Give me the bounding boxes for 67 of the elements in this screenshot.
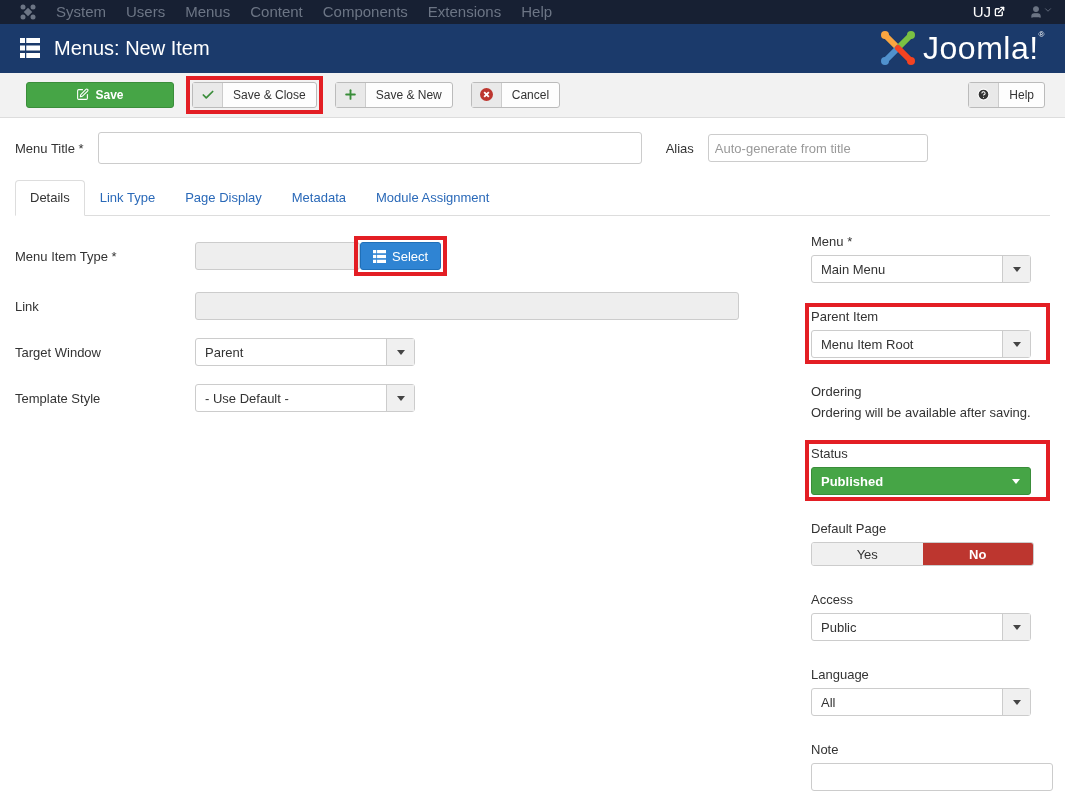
- tab[interactable]: Link Type: [84, 180, 171, 216]
- menu-link[interactable]: Extensions: [427, 3, 502, 21]
- caret-icon: [396, 395, 405, 401]
- menu-link[interactable]: Help: [521, 3, 553, 21]
- field-label: Language: [811, 667, 870, 682]
- menu-link[interactable]: System: [56, 3, 106, 21]
- tab[interactable]: Metadata: [276, 180, 361, 216]
- toolbar-button[interactable]: Save & New: [334, 81, 453, 108]
- caret-icon: [1012, 341, 1021, 347]
- user-icon[interactable]: [1029, 4, 1053, 19]
- toggle-option[interactable]: Yes: [812, 543, 923, 565]
- menu-link[interactable]: Components: [322, 3, 408, 21]
- edit-icon: [76, 88, 90, 102]
- menu-link[interactable]: Content: [250, 3, 303, 21]
- field-label: Template Style: [15, 390, 102, 406]
- menu-link[interactable]: Users: [126, 3, 166, 21]
- field-label: Default Page: [811, 521, 888, 536]
- help-icon: [977, 88, 991, 102]
- help-button[interactable]: Help: [968, 81, 1045, 108]
- field-label: Ordering: [811, 384, 863, 399]
- field-label: Menu *: [811, 234, 854, 249]
- site-link[interactable]: UJ: [972, 3, 1005, 21]
- menu-link[interactable]: Menus: [185, 3, 231, 21]
- tab[interactable]: Details: [15, 180, 85, 216]
- field-label: Note: [811, 742, 840, 757]
- menu-title-field[interactable]: [97, 132, 642, 164]
- dropdown[interactable]: All: [811, 688, 1031, 716]
- tab[interactable]: Module Assignment: [361, 180, 505, 216]
- ordering-note: Ordering will be available after saving.: [811, 405, 1032, 420]
- list-icon: [20, 38, 40, 59]
- close-icon: [479, 88, 493, 102]
- link-field[interactable]: [195, 292, 739, 320]
- toolbar-button[interactable]: Cancel: [470, 81, 561, 108]
- field-label: Alias: [665, 140, 694, 156]
- dropdown[interactable]: Main Menu: [811, 255, 1031, 283]
- caret-icon: [396, 349, 405, 355]
- toolbar-button[interactable]: Save & Close: [192, 81, 317, 108]
- logo-text: Joomla!$^{®}$: [923, 29, 1045, 67]
- caret-icon: [1012, 478, 1020, 484]
- field-label: Menu Item Type *: [15, 248, 118, 264]
- field-label: Menu Title *: [15, 140, 84, 156]
- caret-icon: [1012, 699, 1021, 705]
- page-title: Menus: New Item: [54, 36, 210, 60]
- field-label: Target Window: [15, 344, 102, 360]
- save-button[interactable]: Save: [26, 81, 174, 108]
- tab[interactable]: Page Display: [170, 180, 277, 216]
- field-label: Status: [811, 446, 849, 461]
- field-label: Parent Item: [811, 309, 880, 324]
- dropdown[interactable]: Parent: [195, 338, 415, 366]
- toggle-option[interactable]: No: [922, 543, 1033, 565]
- field-label: Link: [15, 298, 40, 314]
- dropdown[interactable]: - Use Default -: [195, 384, 415, 412]
- plus-icon: [342, 87, 358, 103]
- menu-item-type-field[interactable]: [195, 242, 360, 270]
- status-dropdown[interactable]: Published: [811, 467, 1031, 495]
- note-field[interactable]: [811, 763, 1053, 791]
- logo-icon: [879, 29, 918, 68]
- select-button[interactable]: Select: [360, 242, 442, 270]
- list-icon: [373, 249, 386, 263]
- alias-field[interactable]: Auto-generate from title: [707, 134, 928, 162]
- field-label: Access: [811, 592, 854, 607]
- caret-icon: [1012, 624, 1021, 630]
- external-link-icon: [994, 6, 1005, 18]
- caret-icon: [1012, 266, 1021, 272]
- dropdown[interactable]: Public: [811, 613, 1031, 641]
- dropdown[interactable]: Menu Item Root: [811, 330, 1031, 358]
- logo-icon[interactable]: [20, 3, 36, 20]
